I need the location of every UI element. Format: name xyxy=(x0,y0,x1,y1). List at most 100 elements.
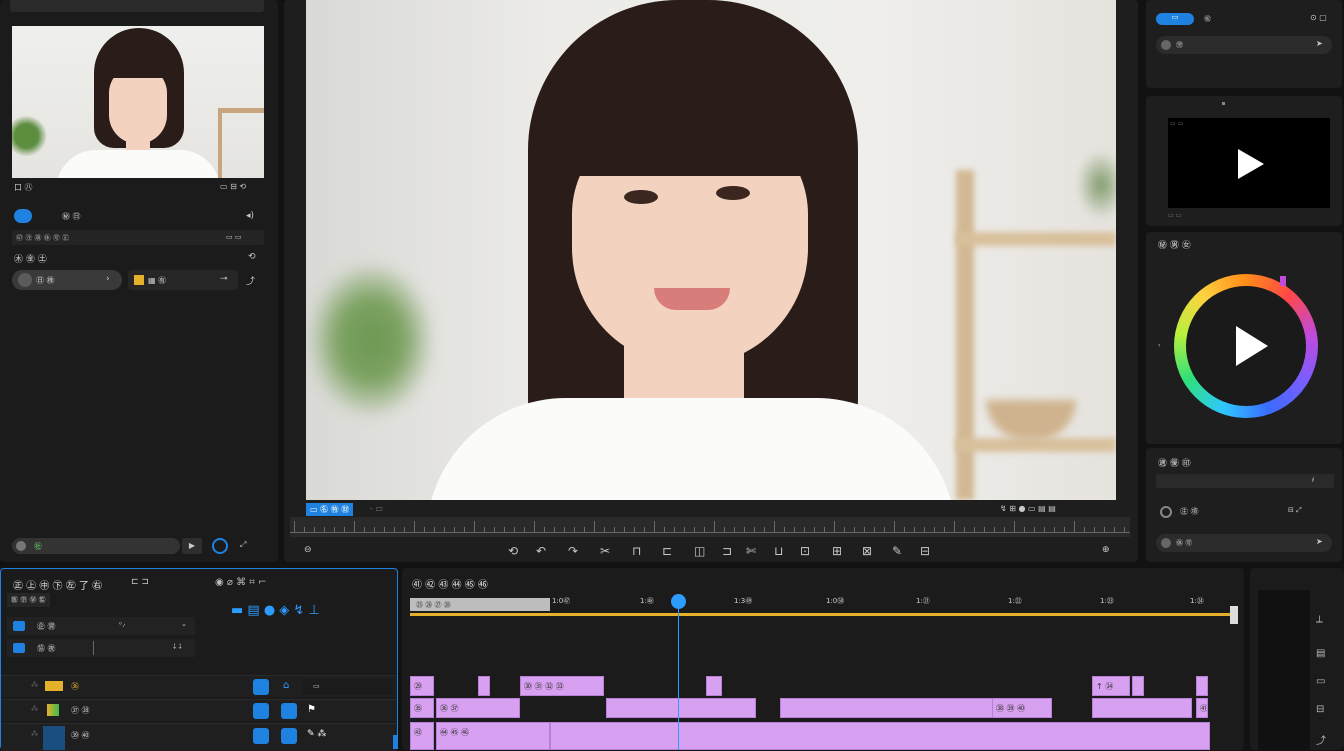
toolbar-tool-5-icon[interactable]: ⊏ xyxy=(662,544,672,558)
timeline-clip[interactable]: ㊶ ㊷ xyxy=(1196,698,1208,718)
toolbar-tool-10-icon[interactable]: ⊡ xyxy=(800,544,810,558)
wheel-handle[interactable] xyxy=(1280,276,1286,286)
bangs xyxy=(108,54,170,78)
source-preview-thumbnail[interactable] xyxy=(12,26,264,178)
apply-button[interactable]: ㊡ ㊢ ➤ xyxy=(1156,534,1332,552)
timeline-clip[interactable] xyxy=(1092,698,1192,718)
timeline-clip[interactable]: ㊹ ㊺ ㊻ xyxy=(436,722,550,750)
timeline-clip[interactable]: ㊳ ㊴ ㊵ xyxy=(992,698,1052,718)
timeline-tools-blue[interactable]: ▬ ▤ ● ◈ ↯ ⊥ xyxy=(231,603,320,618)
sequence-row-2[interactable]: ㊯ ㊰ ⸸ ⸸ xyxy=(7,639,195,657)
side-icon-3[interactable]: ▭ xyxy=(1316,676,1325,687)
preview-caption-right[interactable]: ▭ ⊟ ⟲ xyxy=(220,182,246,191)
side-icon-4[interactable]: ⊟ xyxy=(1316,704,1324,715)
track-row-3[interactable]: ⁂ ㊴ ㊵ ✎ ⁂ xyxy=(1,723,397,751)
expand-icon[interactable]: ⤢ xyxy=(240,540,246,550)
track-flag-icon[interactable]: ⚑ xyxy=(307,704,316,715)
toolbar-tool-4-icon[interactable]: ⊓ xyxy=(632,544,641,558)
toolbar-tool-2-icon[interactable]: ↷ xyxy=(568,544,578,558)
side-icon-1[interactable]: ⟂ xyxy=(1316,614,1323,625)
timeline-tools-top[interactable]: ◉ ⌀ ⌘ ⌗ ⌐ xyxy=(215,577,266,588)
timeline-clip[interactable] xyxy=(1132,676,1144,696)
track-target-button[interactable] xyxy=(253,703,269,719)
viewer-status-icons[interactable]: ↯ ⊞ ● ▭ ▤ ▤ xyxy=(1000,504,1056,513)
toolbar-left-label[interactable]: ⊖ xyxy=(304,545,312,555)
timeline-clip[interactable]: ㊸ xyxy=(410,722,434,750)
toolbar-tool-9-icon[interactable]: ⊔ xyxy=(774,544,783,558)
toolbar-tool-6-icon[interactable]: ◫ xyxy=(694,544,705,558)
record-toggle[interactable] xyxy=(14,209,32,223)
source-info-right[interactable]: ▭ ▭ xyxy=(226,233,241,241)
toolbar-tool-7-icon[interactable]: ⊐ xyxy=(722,544,732,558)
toolbar-tool-11-icon[interactable]: ⊞ xyxy=(832,544,842,558)
right-top-pill[interactable]: ▭ xyxy=(1156,13,1194,25)
slider-knob[interactable] xyxy=(16,541,26,551)
viewer-scrub-ruler[interactable] xyxy=(290,517,1130,537)
timeline-clip[interactable] xyxy=(478,676,490,696)
timeline-clip[interactable]: ㊱ ㊲ xyxy=(436,698,520,718)
track-sync-button[interactable] xyxy=(281,728,297,744)
timeline-clip[interactable] xyxy=(706,676,722,696)
ruler-tick xyxy=(814,527,815,532)
panel-scrollbar[interactable] xyxy=(393,735,398,749)
settings-section-title: ㊜ ㊝ ㊞ xyxy=(1158,459,1191,469)
track-row-1[interactable]: ⁂ ㊱ ⌂ ▭ xyxy=(1,675,397,697)
right-top-icons[interactable]: ⊙ ▢ xyxy=(1310,13,1327,22)
wheel-play-icon[interactable] xyxy=(1236,326,1268,366)
reset-icon[interactable]: ⟲ xyxy=(248,252,256,262)
timeline-clip[interactable] xyxy=(550,722,1210,750)
timeline-clip[interactable]: ㉚ ㉛ ㉜ ㉝ xyxy=(520,676,604,696)
mini-player[interactable]: ▭ ▭ xyxy=(1168,118,1330,208)
toolbar-right-label[interactable]: ⊕ xyxy=(1102,545,1110,555)
effect-chip-1[interactable]: ㊐ ㊑ › xyxy=(12,270,122,290)
opacity-slider[interactable]: ㊓ xyxy=(12,538,180,554)
track-target-button[interactable] xyxy=(253,728,269,744)
toolbar-tool-8-icon[interactable]: ✄ xyxy=(746,544,756,558)
effect-chip-2[interactable]: ▦ ㊒ ⊸ xyxy=(128,270,238,290)
color-wheel[interactable] xyxy=(1174,274,1318,418)
toolbar-tool-12-icon[interactable]: ⊠ xyxy=(862,544,872,558)
ruler-tick xyxy=(594,521,595,532)
side-icon-5[interactable]: ⤴ xyxy=(1316,732,1326,747)
track-sync-button[interactable] xyxy=(281,703,297,719)
track-sync-icon[interactable]: ⌂ xyxy=(283,680,289,691)
track-lock-icon[interactable]: ⁂ xyxy=(31,681,38,689)
track-row-2[interactable]: ⁂ ㊲ ㊳ ⚑ xyxy=(1,699,397,721)
meter-area xyxy=(1258,590,1310,750)
toolbar-tool-3-icon[interactable]: ✂ xyxy=(600,544,610,558)
toolbar-tool-0-icon[interactable]: ⟲ xyxy=(508,544,518,558)
ruler-tick xyxy=(1104,527,1105,532)
toolbar-tool-14-icon[interactable]: ⊟ xyxy=(920,544,930,558)
timeline-clip[interactable]: ㉟ xyxy=(410,698,434,718)
ruler-tick xyxy=(404,527,405,532)
video-frame[interactable] xyxy=(306,0,1116,500)
sync-icon[interactable] xyxy=(212,538,228,554)
playhead-handle[interactable] xyxy=(671,594,686,609)
track-toggle[interactable]: ▭ xyxy=(303,679,393,695)
right-top-button[interactable]: ㊘ ➤ xyxy=(1156,36,1332,54)
settings-right-icons[interactable]: ⊟ ⤢ xyxy=(1288,506,1302,515)
toolbar-tool-1-icon[interactable]: ↶ xyxy=(536,544,546,558)
volume-icon[interactable]: ◂) xyxy=(246,211,254,221)
side-icon-2[interactable]: ▤ xyxy=(1316,648,1325,659)
track-lock-icon[interactable]: ⁂ xyxy=(31,730,38,738)
track-lock-icon[interactable]: ⁂ xyxy=(31,705,38,713)
play-icon[interactable] xyxy=(1238,149,1264,179)
sequence-row-1[interactable]: ㊭ ㊮ ⁰ ⁄ ⌄ xyxy=(7,617,195,635)
viewer-tab-active[interactable]: ▭ ㊔ ㊕ ㊖ xyxy=(306,503,354,516)
toolbar-tool-13-icon[interactable]: ✎ xyxy=(892,544,902,558)
work-area-bar[interactable]: ㉕ ㉖ ㉗ ㉘ xyxy=(410,598,550,611)
play-source-label[interactable]: ㊙ ㊐ xyxy=(62,211,81,222)
timeline-clip[interactable]: ↑ ㉞ xyxy=(1092,676,1130,696)
timeline-title-icons[interactable]: ⊏ ⊐ xyxy=(131,577,149,587)
settings-toggle-icon[interactable] xyxy=(1160,506,1172,518)
timeline-scrollbar[interactable] xyxy=(1230,606,1238,624)
track-eye-icon[interactable]: ✎ ⁂ xyxy=(307,729,326,739)
timeline-clip[interactable] xyxy=(606,698,756,718)
timeline-clip[interactable]: ㉙ xyxy=(410,676,434,696)
settings-input-bar[interactable]: ⁄⁄ xyxy=(1156,474,1334,488)
track-target-button[interactable] xyxy=(253,679,269,695)
timeline-clip[interactable] xyxy=(1196,676,1208,696)
pin-icon[interactable]: ⤴ xyxy=(246,274,255,287)
play-small-button[interactable]: ▶ xyxy=(182,538,202,554)
